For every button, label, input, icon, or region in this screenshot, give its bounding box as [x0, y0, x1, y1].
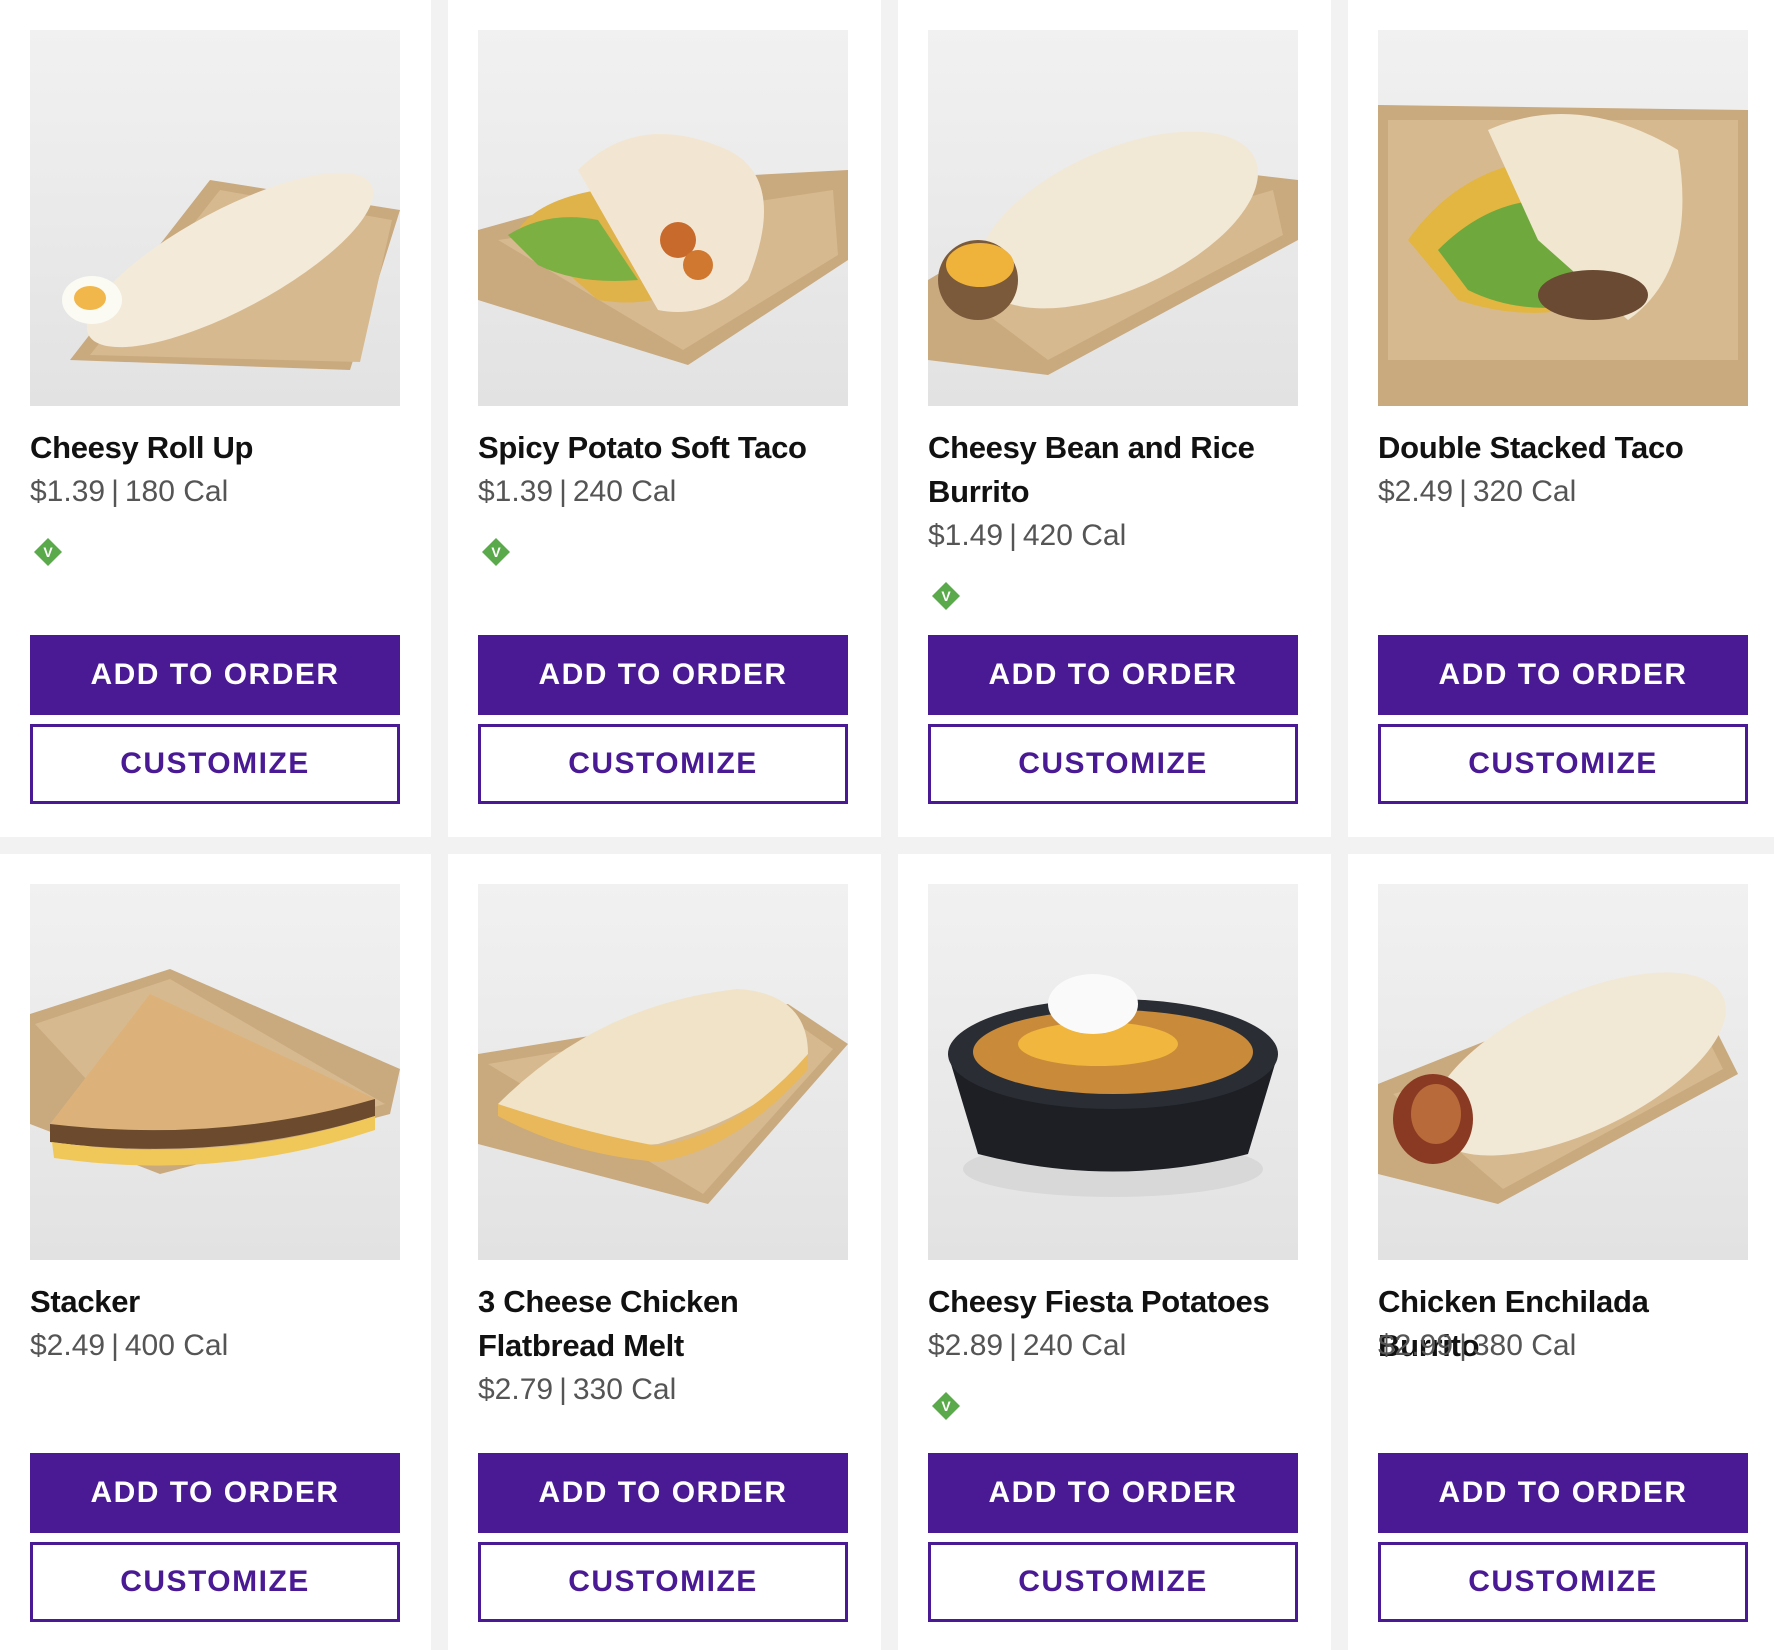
item-photo[interactable]	[478, 30, 848, 406]
svg-text:V: V	[941, 588, 951, 604]
menu-item-card: Chicken Enchilada Burrito $2.99 | 380 Cal …	[1348, 854, 1774, 1650]
customize-button[interactable]: CUSTOMIZE	[1378, 1542, 1748, 1622]
add-to-order-button[interactable]: ADD TO ORDER	[478, 635, 848, 715]
item-price: $1.39	[30, 475, 106, 508]
item-price-calories: $2.49 | 320 Cal	[1378, 475, 1577, 508]
item-calories: 380 Cal	[1472, 1329, 1577, 1362]
customize-button[interactable]: CUSTOMIZE	[478, 1542, 848, 1622]
menu-item-card: Double Stacked Taco $2.49 | 320 Cal ADD TO…	[1348, 0, 1774, 837]
item-photo[interactable]	[928, 30, 1298, 406]
menu-item-card: Cheesy Fiesta Potatoes $2.89 | 240 Cal V A…	[898, 854, 1331, 1650]
menu-item-card: Stacker $2.49 | 400 Cal ADD TO ORDER CUSTO…	[0, 854, 431, 1650]
item-price: $2.49	[30, 1329, 106, 1362]
add-to-order-button[interactable]: ADD TO ORDER	[928, 1453, 1298, 1533]
svg-text:V: V	[941, 1398, 951, 1414]
item-price: $1.39	[478, 475, 554, 508]
item-price: $2.99	[1378, 1329, 1454, 1362]
item-price: $2.89	[928, 1329, 1004, 1362]
customize-button[interactable]: CUSTOMIZE	[928, 1542, 1298, 1622]
item-calories: 180 Cal	[124, 475, 229, 508]
item-price-calories: $2.89 | 240 Cal	[928, 1329, 1127, 1362]
item-name[interactable]: Stacker	[30, 1280, 402, 1324]
item-name[interactable]: Cheesy Roll Up	[30, 426, 402, 470]
item-name[interactable]: Cheesy Fiesta Potatoes	[928, 1280, 1300, 1324]
item-name[interactable]: Cheesy Bean and Rice Burrito	[928, 426, 1300, 514]
item-photo[interactable]	[1378, 884, 1748, 1260]
customize-button[interactable]: CUSTOMIZE	[478, 724, 848, 804]
item-price: $2.79	[478, 1373, 554, 1406]
add-to-order-button[interactable]: ADD TO ORDER	[1378, 1453, 1748, 1533]
item-name[interactable]: Spicy Potato Soft Taco	[478, 426, 850, 470]
item-calories: 240 Cal	[572, 475, 677, 508]
add-to-order-button[interactable]: ADD TO ORDER	[928, 635, 1298, 715]
customize-button[interactable]: CUSTOMIZE	[30, 724, 400, 804]
item-photo[interactable]	[478, 884, 848, 1260]
item-photo[interactable]	[928, 884, 1298, 1260]
customize-button[interactable]: CUSTOMIZE	[928, 724, 1298, 804]
item-price-calories: $2.99 | 380 Cal	[1378, 1329, 1577, 1362]
item-price-calories: $2.79 | 330 Cal	[478, 1373, 677, 1406]
menu-item-card: Cheesy Roll Up $1.39 | 180 Cal V ADD TO OR…	[0, 0, 431, 837]
item-photo[interactable]	[30, 884, 400, 1260]
svg-text:V: V	[491, 544, 501, 560]
item-calories: 240 Cal	[1022, 1329, 1127, 1362]
menu-item-card: Spicy Potato Soft Taco $1.39 | 240 Cal V A…	[448, 0, 881, 837]
item-calories: 320 Cal	[1472, 475, 1577, 508]
item-price-calories: $1.39 | 240 Cal	[478, 475, 677, 508]
vegetarian-icon: V	[33, 537, 63, 567]
vegetarian-icon: V	[481, 537, 511, 567]
customize-button[interactable]: CUSTOMIZE	[30, 1542, 400, 1622]
item-price-calories: $1.49 | 420 Cal	[928, 519, 1127, 552]
item-photo[interactable]	[1378, 30, 1748, 406]
item-name[interactable]: Double Stacked Taco	[1378, 426, 1750, 470]
menu-item-card: 3 Cheese Chicken Flatbread Melt $2.79 | 33…	[448, 854, 881, 1650]
item-calories: 400 Cal	[124, 1329, 229, 1362]
add-to-order-button[interactable]: ADD TO ORDER	[30, 1453, 400, 1533]
menu-item-card: Cheesy Bean and Rice Burrito $1.49 | 420 C…	[898, 0, 1331, 837]
svg-text:V: V	[43, 544, 53, 560]
item-calories: 420 Cal	[1022, 519, 1127, 552]
customize-button[interactable]: CUSTOMIZE	[1378, 724, 1748, 804]
item-photo[interactable]	[30, 30, 400, 406]
menu-grid: Cheesy Roll Up $1.39 | 180 Cal V ADD TO OR…	[0, 0, 1774, 1650]
vegetarian-icon: V	[931, 581, 961, 611]
add-to-order-button[interactable]: ADD TO ORDER	[30, 635, 400, 715]
item-price-calories: $1.39 | 180 Cal	[30, 475, 229, 508]
item-price: $2.49	[1378, 475, 1454, 508]
item-price: $1.49	[928, 519, 1004, 552]
item-calories: 330 Cal	[572, 1373, 677, 1406]
add-to-order-button[interactable]: ADD TO ORDER	[1378, 635, 1748, 715]
vegetarian-icon: V	[931, 1391, 961, 1421]
item-name[interactable]: 3 Cheese Chicken Flatbread Melt	[478, 1280, 850, 1368]
item-price-calories: $2.49 | 400 Cal	[30, 1329, 229, 1362]
add-to-order-button[interactable]: ADD TO ORDER	[478, 1453, 848, 1533]
